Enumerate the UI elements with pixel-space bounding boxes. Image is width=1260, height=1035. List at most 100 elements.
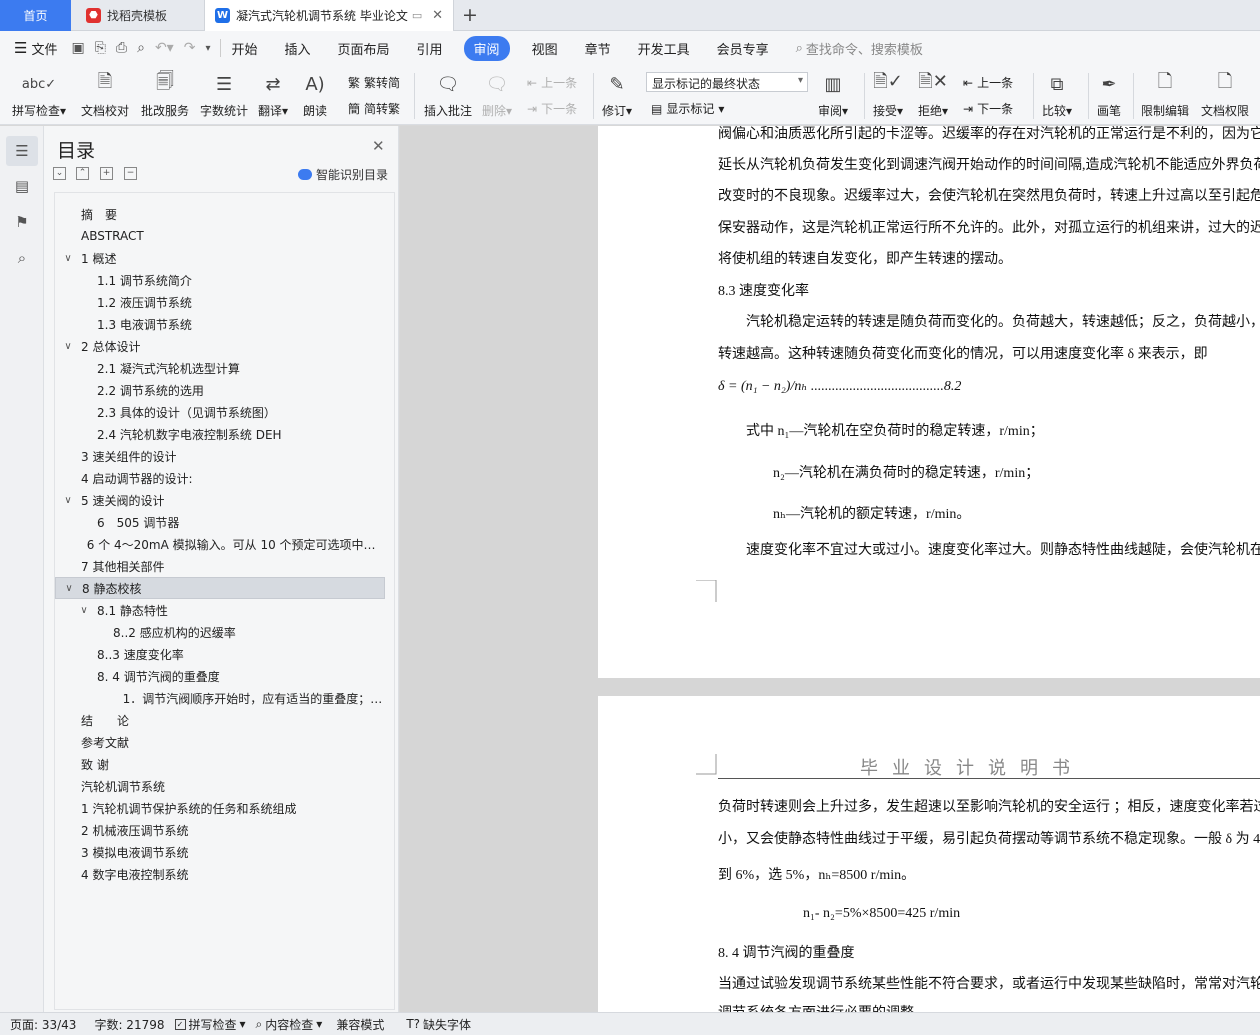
display-mode-select[interactable]: 显示标记的最终状态 <box>646 72 808 92</box>
toc-item[interactable]: 2.3 具体的设计（见调节系统图） <box>55 401 385 423</box>
word-count-button[interactable]: ☰ 字数统计 <box>200 70 248 119</box>
toc-item[interactable]: 2.2 调节系统的选用 <box>55 379 385 401</box>
prev-change-button[interactable]: ⇤ 上一条 <box>963 74 1013 91</box>
toc-item[interactable]: 3 模拟电液调节系统 <box>55 841 385 863</box>
close-icon[interactable]: ✕ <box>372 137 385 155</box>
compare-button[interactable]: ⧉ 比较▾ <box>1042 70 1072 119</box>
menu-developer[interactable]: 开发工具 <box>638 39 690 58</box>
doc-check-button[interactable]: 🗎 文档校对 <box>81 70 129 119</box>
spellcheck-button[interactable]: abc✓ 拼写检查▾ <box>12 70 66 119</box>
missing-font-button[interactable]: T? 缺失字体 <box>406 1016 471 1033</box>
toc-item[interactable]: 结 论 <box>55 709 385 731</box>
toc-item[interactable]: 致 谢 <box>55 753 385 775</box>
toc-item[interactable]: ∨ 2 总体设计 <box>55 335 385 357</box>
tab-home[interactable]: 首页 <box>0 0 71 31</box>
print-preview-icon[interactable]: ⌕ <box>137 40 145 56</box>
toc-item[interactable]: 7 其他相关部件 <box>55 555 385 577</box>
toc-item[interactable]: 4 启动调节器的设计: <box>55 467 385 489</box>
word-count-indicator[interactable]: 字数: 21798 <box>94 1016 164 1033</box>
chevron-down-icon[interactable]: ∨ <box>61 495 75 506</box>
chevron-down-icon[interactable]: ∨ <box>77 605 91 616</box>
restrict-edit-button[interactable]: 🗋 限制编辑 <box>1141 70 1189 119</box>
toc-item[interactable]: 1.1 调节系统简介 <box>55 269 385 291</box>
document-page[interactable]: 毕业设计说明书 负荷时转速则会上升过多，发生超速以至影响汽轮机的安全运行 ；相反… <box>598 696 1260 1012</box>
toc-item[interactable]: ∨ 1 概述 <box>55 247 385 269</box>
collapse-all-icon[interactable]: ⌄ <box>53 167 66 180</box>
toc-item[interactable]: 参考文献 <box>55 731 385 753</box>
menu-view[interactable]: 视图 <box>532 39 558 58</box>
toc-item[interactable]: ∨ 5 速关阀的设计 <box>55 489 385 511</box>
toc-item[interactable]: 2.1 凝汽式汽轮机选型计算 <box>55 357 385 379</box>
toc-item[interactable]: 4 数字电液控制系统 <box>55 863 385 885</box>
prev-comment-button[interactable]: ⇤ 上一条 <box>527 74 577 91</box>
file-menu[interactable]: ☰ 文件 <box>14 39 57 58</box>
toc-item[interactable]: 8..3 速度变化率 <box>55 643 385 665</box>
chevron-down-icon[interactable]: ∨ <box>62 583 76 594</box>
pen-button[interactable]: ✒ 画笔 <box>1097 70 1121 119</box>
undo-icon[interactable]: ↶▾ <box>155 40 174 56</box>
remove-heading-icon[interactable]: − <box>124 167 137 180</box>
next-change-button[interactable]: ⇥ 下一条 <box>963 100 1013 117</box>
menu-member[interactable]: 会员专享 <box>717 39 769 58</box>
review-pane-button[interactable]: ▥ 审阅▾ <box>818 70 848 119</box>
toc-item[interactable]: 1.2 液压调节系统 <box>55 291 385 313</box>
toc-item[interactable]: 3 速关组件的设计 <box>55 445 385 467</box>
trad-to-simp-button[interactable]: 繁 繁转简 <box>348 74 400 91</box>
print-icon[interactable]: ⎙ <box>116 40 127 56</box>
menu-page-layout[interactable]: 页面布局 <box>338 39 390 58</box>
redo-icon[interactable]: ↷ <box>184 40 196 56</box>
smart-toc-button[interactable]: 智能识别目录 <box>298 166 388 183</box>
toc-item[interactable]: 8. 4 调节汽阀的重叠度 <box>55 665 385 687</box>
export-pdf-icon[interactable]: ⎘ <box>95 40 106 56</box>
show-markup-button[interactable]: ▤ 显示标记 ▾ <box>651 100 724 117</box>
tab-document[interactable]: W 凝汽式汽轮机调节系统 毕业论文 ▭ ✕ <box>204 0 454 31</box>
expand-up-icon[interactable]: ⌃ <box>76 167 89 180</box>
translate-button[interactable]: ⇄ 翻译▾ <box>258 70 288 119</box>
toc-item[interactable]: 1 汽轮机调节保护系统的任务和系统组成 <box>55 797 385 819</box>
simp-to-trad-button[interactable]: 簡 简转繁 <box>348 100 400 117</box>
tab-template-store[interactable]: ⬣ 找稻壳模板 <box>76 0 200 31</box>
new-tab-icon[interactable]: + <box>462 4 478 26</box>
spellcheck-status[interactable]: ✓ 拼写检查 ▾ <box>174 1016 246 1033</box>
save-icon[interactable]: ▣ <box>71 40 84 56</box>
toc-item[interactable]: 8..2 感应机构的迟缓率 <box>55 621 385 643</box>
batch-service-button[interactable]: 🗐 批改服务 <box>141 70 189 119</box>
document-canvas[interactable]: 阀偏心和油质恶化所引起的卡涩等。迟缓率的存在对汽轮机的正常运行是不利的，因为它会… <box>400 126 1260 1012</box>
menu-chapter[interactable]: 章节 <box>585 39 611 58</box>
toc-item[interactable]: ∨ 8 静态校核 <box>55 577 385 599</box>
toc-item[interactable]: 1.3 电液调节系统 <box>55 313 385 335</box>
add-heading-icon[interactable]: + <box>100 167 113 180</box>
chevron-down-icon[interactable]: ∨ <box>61 341 75 352</box>
next-comment-button[interactable]: ⇥ 下一条 <box>527 100 577 117</box>
bookmark-icon[interactable]: ⚑ <box>6 207 38 237</box>
toc-item[interactable]: 摘 要 <box>55 203 385 225</box>
toc-item[interactable]: ABSTRACT <box>55 225 385 247</box>
command-search[interactable]: ⌕ 查找命令、搜索模板 <box>796 39 923 58</box>
toc-item[interactable]: 汽轮机调节系统 <box>55 775 385 797</box>
menu-review[interactable]: 审阅 <box>463 35 510 61</box>
quick-more-icon[interactable]: ▾ <box>205 43 210 54</box>
menu-references[interactable]: 引用 <box>417 39 443 58</box>
toc-item[interactable]: 6 个 4～20mA 模拟输入。可从 10 个预定可选项中选择... <box>55 533 385 555</box>
chapter-nav-icon[interactable]: ▤ <box>6 171 38 201</box>
toc-item[interactable]: 1．调节汽阀顺序开始时，应有适当的重叠度； ... <box>55 687 385 709</box>
delete-comment-button[interactable]: 🗨 删除▾ <box>482 70 512 119</box>
read-aloud-button[interactable]: A) 朗读 <box>303 70 327 119</box>
accept-button[interactable]: 🗎✓ 接受▾ <box>873 70 903 119</box>
page-indicator[interactable]: 页面: 33/43 <box>10 1016 76 1033</box>
toc-pane-icon[interactable]: ☰ <box>6 136 38 166</box>
toc-item[interactable]: 6 505 调节器 <box>55 511 385 533</box>
track-changes-button[interactable]: ✎ 修订▾ <box>602 70 632 119</box>
toc-item[interactable]: ∨ 8.1 静态特性 <box>55 599 385 621</box>
menu-insert[interactable]: 插入 <box>285 39 311 58</box>
doc-permission-button[interactable]: 🗋 文档权限 <box>1201 70 1249 119</box>
insert-comment-button[interactable]: 🗨 插入批注 <box>424 70 472 119</box>
chevron-down-icon[interactable]: ∨ <box>61 253 75 264</box>
close-tab-icon[interactable]: ✕ <box>432 8 443 23</box>
find-icon[interactable]: ⌕ <box>6 243 38 273</box>
monitor-icon[interactable]: ▭ <box>412 9 422 22</box>
content-check-status[interactable]: ⌕ 内容检查 ▾ <box>256 1016 323 1033</box>
document-page[interactable]: 阀偏心和油质恶化所引起的卡涩等。迟缓率的存在对汽轮机的正常运行是不利的，因为它会… <box>598 126 1260 678</box>
toc-item[interactable]: 2 机械液压调节系统 <box>55 819 385 841</box>
menu-start[interactable]: 开始 <box>231 39 257 58</box>
